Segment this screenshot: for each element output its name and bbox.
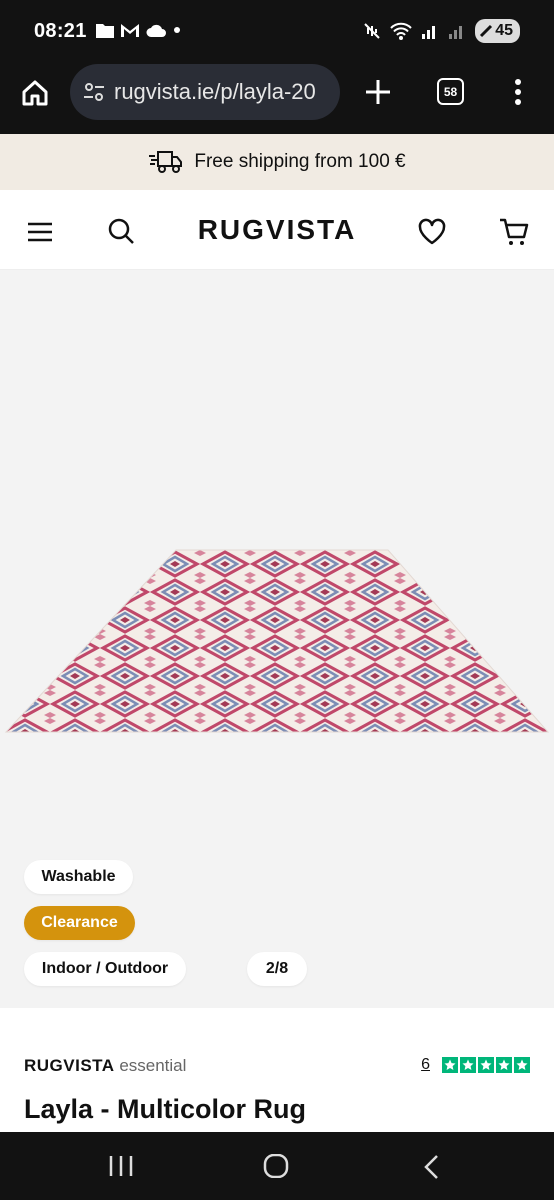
plus-icon	[366, 80, 390, 104]
site-settings-icon[interactable]	[82, 80, 106, 104]
star-icon	[514, 1057, 530, 1073]
url-text: rugvista.ie/p/layla-20	[114, 79, 316, 104]
star-icon	[460, 1057, 476, 1073]
product-title: Layla - Multicolor Rug	[24, 1094, 307, 1124]
product-brand: RUGVISTA	[24, 1056, 115, 1075]
tab-switcher-button[interactable]: 58	[437, 78, 464, 105]
site-header: RUGVISTA	[0, 190, 554, 270]
status-bar: 08:21 45	[0, 0, 554, 64]
product-gallery[interactable]: Washable Clearance Indoor / Outdoor 2/8	[0, 270, 554, 1008]
home-circle-icon	[263, 1153, 289, 1179]
more-vert-icon	[515, 79, 521, 105]
mute-icon	[364, 23, 380, 39]
home-icon	[22, 80, 48, 106]
signal-weak-icon	[449, 26, 463, 39]
review-count[interactable]: 6	[421, 1056, 430, 1074]
trustpilot-stars	[442, 1057, 530, 1073]
recent-apps-button[interactable]	[108, 1154, 134, 1183]
browser-toolbar: rugvista.ie/p/layla-20 58	[0, 64, 554, 134]
gmail-icon	[121, 24, 139, 37]
wifi-icon	[390, 22, 412, 40]
review-summary[interactable]: 6	[421, 1056, 530, 1074]
shipping-text: Free shipping from 100 €	[194, 151, 406, 172]
heart-icon	[418, 218, 446, 245]
signal-icon	[422, 26, 436, 39]
product-info: RUGVISTA essential 6 Layla - Multicolor …	[0, 1008, 554, 1132]
back-button[interactable]	[420, 1154, 444, 1185]
delivery-truck-icon	[149, 151, 183, 173]
product-brand-line: RUGVISTA essential	[24, 1056, 186, 1076]
battery-level: 45	[495, 22, 513, 39]
product-line: essential	[119, 1056, 187, 1075]
badge-washable: Washable	[24, 860, 133, 894]
dot-icon	[174, 27, 180, 33]
badge-clearance: Clearance	[24, 906, 135, 940]
star-icon	[442, 1057, 458, 1073]
home-nav-button[interactable]	[263, 1153, 289, 1183]
battery-indicator: 45	[475, 19, 520, 43]
browser-menu-button[interactable]	[512, 78, 524, 111]
wishlist-button[interactable]	[412, 212, 452, 252]
cart-button[interactable]	[494, 212, 534, 252]
folder-icon	[96, 23, 114, 38]
back-icon	[424, 1155, 438, 1179]
cloud-icon	[146, 24, 166, 37]
site-logo[interactable]: RUGVISTA	[0, 214, 554, 246]
status-time: 08:21	[34, 20, 87, 42]
badge-indoor-outdoor: Indoor / Outdoor	[24, 952, 186, 986]
rug-image[interactable]	[0, 270, 554, 1008]
home-button[interactable]	[20, 78, 50, 113]
address-bar[interactable]: rugvista.ie/p/layla-20	[70, 64, 340, 120]
android-nav-bar	[0, 1132, 554, 1200]
cart-icon	[500, 218, 529, 245]
shipping-banner: Free shipping from 100 €	[0, 134, 554, 190]
notification-icons	[96, 22, 182, 38]
image-counter: 2/8	[247, 952, 307, 986]
battery-saver-icon	[480, 24, 493, 38]
system-icons: 45	[363, 19, 520, 43]
star-icon	[478, 1057, 494, 1073]
new-tab-button[interactable]	[364, 78, 392, 111]
star-icon	[496, 1057, 512, 1073]
recents-icon	[109, 1156, 133, 1176]
